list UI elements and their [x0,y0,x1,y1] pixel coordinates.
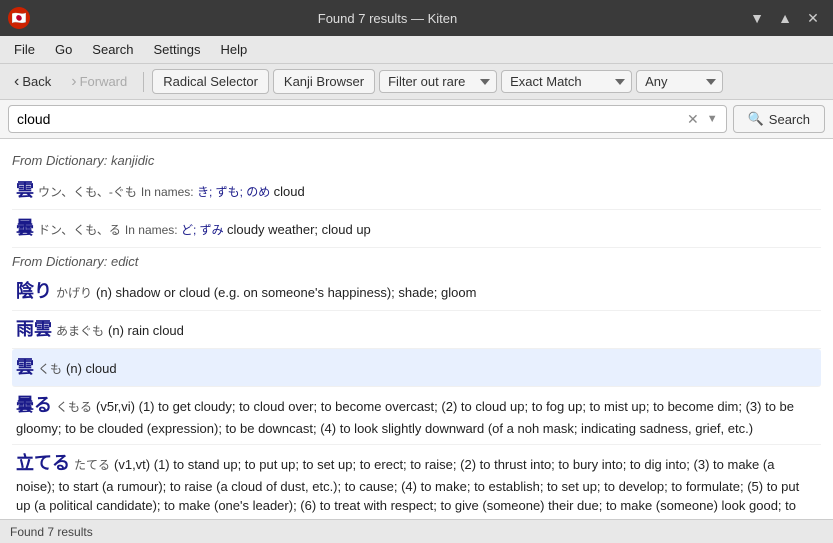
in-names-label: In names: [125,223,181,237]
reading-text: かげり [56,286,92,300]
separator [143,72,144,92]
dropdown-arrow-icon[interactable]: ▼ [703,111,722,127]
dict-header: From Dictionary: edict [12,254,821,269]
chevron-right-icon [71,73,76,91]
forward-button[interactable]: Forward [63,69,135,95]
filter-select[interactable]: Filter out rareShow allFilter very rare [379,70,497,93]
any-select[interactable]: AnyNounVerbAdjective [636,70,723,93]
kanji-text: 雲 [16,180,34,200]
reading-text: あまぐも [56,324,104,338]
definition-text: cloud [274,184,305,199]
results-area: From Dictionary: kanjidic雲ウン、くも、-ぐもIn na… [0,139,833,519]
chevron-left-icon [14,73,19,91]
clear-button[interactable]: ✕ [683,109,703,130]
window-title: Found 7 results — Kiten [318,11,457,26]
definition-text: (n) rain cloud [108,323,184,338]
maximize-button[interactable]: ▲ [773,6,797,30]
list-item: 立てるたてる(v1,vt) (1) to stand up; to put up… [12,445,821,520]
reading-text: ドン、くも、る [38,223,121,237]
search-button[interactable]: 🔍 Search [733,105,825,133]
kanji-text: 雲 [16,357,34,377]
menu-bar: File Go Search Settings Help [0,36,833,64]
names-value: ど; ずみ [181,223,227,237]
menu-go[interactable]: Go [45,39,82,60]
radical-selector-button[interactable]: Radical Selector [152,69,269,94]
list-item: 陰りかげり (n) shadow or cloud (e.g. on someon… [12,273,821,311]
minimize-button[interactable]: ▼ [745,6,769,30]
kanji-text: 陰り [16,281,52,301]
kanji-text: 立てる [16,453,70,473]
search-input[interactable] [13,106,683,132]
status-text: Found 7 results [10,525,93,539]
title-bar-left: 🇯🇵 [8,7,30,29]
kanji-text: 雨雲 [16,319,52,339]
definition-text: (n) shadow or cloud (e.g. on someone's h… [96,285,476,300]
search-input-wrapper: ✕ ▼ [8,105,727,133]
reading-text: くもる [56,400,92,414]
close-button[interactable]: ✕ [801,6,825,30]
window-controls: ▼ ▲ ✕ [745,6,825,30]
back-button[interactable]: Back [6,69,59,95]
kanji-text: 曇 [16,218,34,238]
kanji-text: 曇る [16,395,52,415]
menu-settings[interactable]: Settings [144,39,211,60]
reading-text: くも [38,362,62,376]
kanji-browser-button[interactable]: Kanji Browser [273,69,375,94]
definition-text: (n) cloud [66,361,117,376]
search-bar: ✕ ▼ 🔍 Search [0,100,833,139]
definition-text: cloudy weather; cloud up [227,222,371,237]
menu-help[interactable]: Help [210,39,257,60]
list-item: 雲くも (n) cloud [12,349,821,387]
reading-text: ウン、くも、-ぐも [38,185,137,199]
list-item: 雨雲あまぐも (n) rain cloud [12,311,821,349]
in-names-label: In names: [141,185,197,199]
list-item: 雲ウン、くも、-ぐも In names: き; ずも; のめ cloud [12,172,821,210]
toolbar: Back Forward Radical Selector Kanji Brow… [0,64,833,100]
dict-header: From Dictionary: kanjidic [12,153,821,168]
match-select[interactable]: Exact MatchBeginning MatchAnywhere Match [501,70,632,93]
definition-text: (v1,vt) (1) to stand up; to put up; to s… [16,457,810,520]
list-item: 曇るくもる(v5r,vi) (1) to get cloudy; to clou… [12,387,821,445]
menu-search[interactable]: Search [82,39,143,60]
definition-text: (v5r,vi) (1) to get cloudy; to cloud ove… [16,399,794,436]
app-logo: 🇯🇵 [8,7,30,29]
menu-file[interactable]: File [4,39,45,60]
list-item: 曇ドン、くも、る In names: ど; ずみ cloudy weather; … [12,210,821,248]
status-bar: Found 7 results [0,519,833,543]
search-icon: 🔍 [748,111,764,127]
names-value: き; ずも; のめ [197,185,274,199]
reading-text: たてる [74,458,110,472]
title-bar: 🇯🇵 Found 7 results — Kiten ▼ ▲ ✕ [0,0,833,36]
